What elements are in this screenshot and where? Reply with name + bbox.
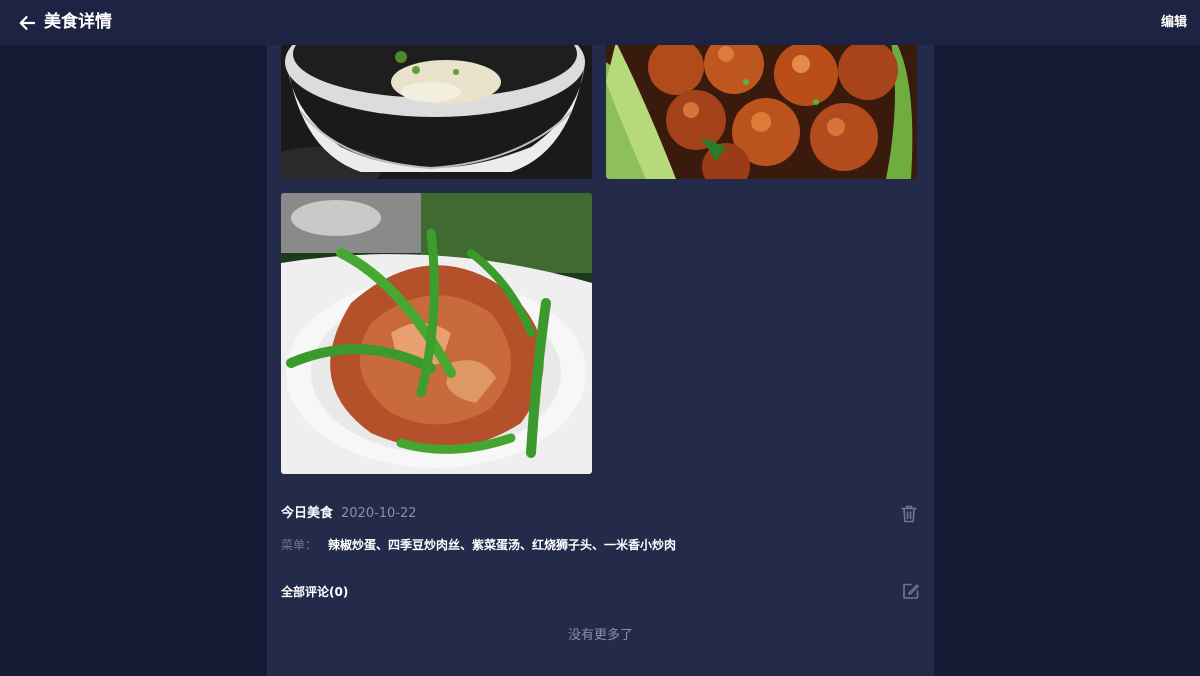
edit-button[interactable]: 编辑 [1161, 14, 1187, 32]
edit-square-icon [903, 583, 919, 599]
arrow-left-icon [19, 16, 36, 30]
menu-text: 辣椒炒蛋、四季豆炒肉丝、紫菜蛋汤、红烧狮子头、一米香小炒肉 [328, 538, 677, 552]
no-more-comments-text: 没有更多了 [567, 628, 633, 643]
comments-title: 全部评论(0) [281, 585, 349, 599]
food-photo-seaweed-soup[interactable] [281, 45, 592, 179]
delete-button[interactable] [900, 504, 918, 524]
food-photo-lion-head-meatballs[interactable] [606, 45, 917, 179]
post-title: 今日美食 [281, 506, 334, 521]
post-date: 2020-10-22 [341, 506, 417, 521]
trash-icon [901, 505, 917, 523]
food-photo-stir-fried-pork[interactable] [281, 193, 592, 474]
write-comment-button[interactable] [902, 582, 920, 600]
back-button[interactable] [16, 12, 38, 34]
top-bar: 美食详情 编辑 [0, 0, 1200, 45]
menu-label: 菜单： [281, 538, 318, 552]
page-title: 美食详情 [44, 12, 112, 32]
food-detail-panel: 今日美食 2020-10-22 菜单： 辣椒炒蛋、四季豆炒肉丝、紫菜蛋汤、红烧狮… [267, 45, 934, 676]
